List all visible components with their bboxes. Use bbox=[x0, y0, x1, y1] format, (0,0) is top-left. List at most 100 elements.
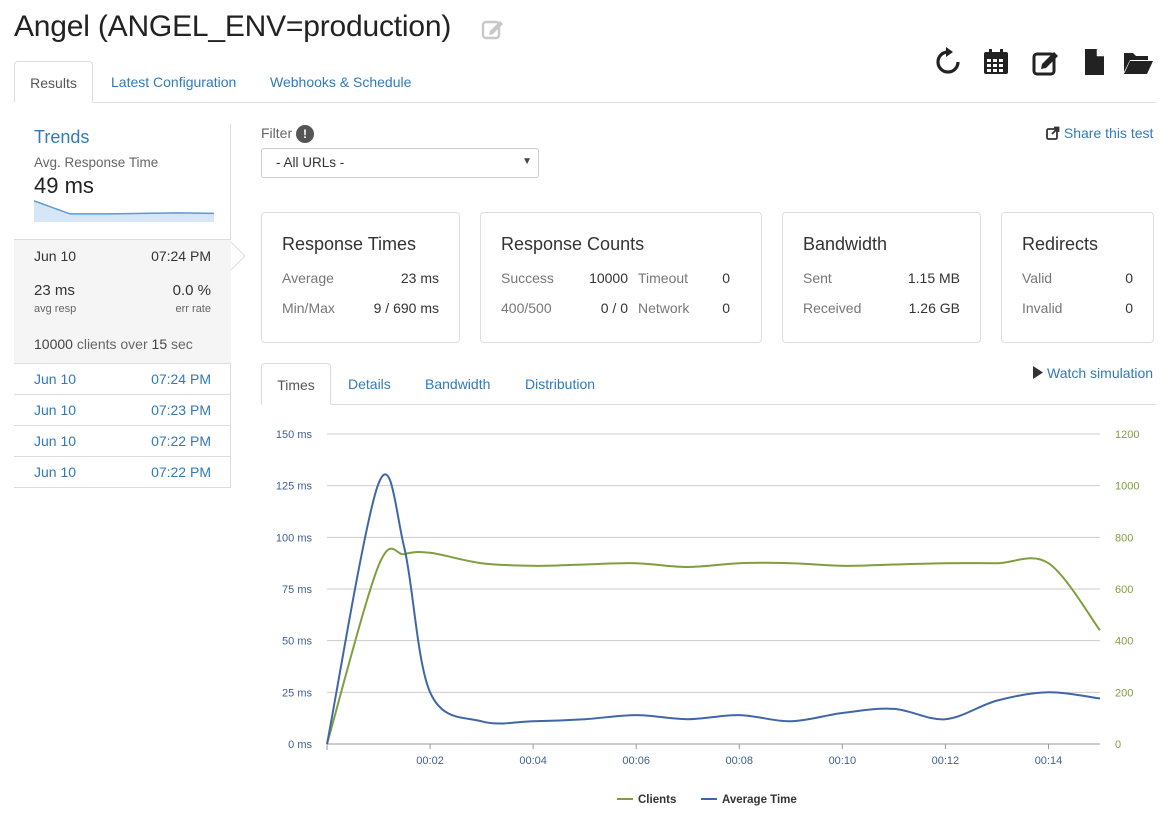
success-label: Success bbox=[501, 270, 554, 286]
legend-label: Clients bbox=[638, 794, 676, 806]
invalid-value: 0 bbox=[1125, 300, 1133, 316]
selected-run-arrow bbox=[230, 242, 246, 270]
watch-simulation-link[interactable]: Watch simulation bbox=[1032, 365, 1153, 381]
network-label: Network bbox=[638, 300, 690, 316]
y-right-tick-label: 400 bbox=[1115, 636, 1133, 648]
minmax-value: 9 / 690 ms bbox=[373, 300, 439, 316]
current-run-card: Jun 10 07:24 PM 23 ms 0.0 % avg resp err… bbox=[14, 239, 231, 364]
success-value: 10000 bbox=[589, 270, 628, 286]
clients-over-text: clients over bbox=[76, 336, 148, 352]
current-run-time: 07:24 PM bbox=[151, 248, 211, 264]
minmax-label: Min/Max bbox=[282, 300, 335, 316]
average-value: 23 ms bbox=[400, 270, 439, 286]
redirects-panel: Redirects Valid 0 Invalid 0 bbox=[1001, 212, 1154, 343]
run-row[interactable]: Jun 10 07:24 PM bbox=[14, 364, 231, 395]
run-time[interactable]: 07:24 PM bbox=[151, 371, 211, 387]
sent-value: 1.15 MB bbox=[907, 270, 960, 286]
error-label: 400/500 bbox=[501, 300, 552, 316]
error-value: 0 / 0 bbox=[600, 300, 628, 316]
trends-sparkline bbox=[34, 200, 214, 222]
legend-label: Average Time bbox=[722, 794, 797, 806]
share-test-link[interactable]: Share this test bbox=[1046, 125, 1153, 141]
edit-icon[interactable] bbox=[1030, 46, 1062, 78]
chevron-down-icon: ▼ bbox=[522, 156, 532, 167]
x-tick-label: 00:06 bbox=[622, 755, 650, 767]
chart-tab-distribution[interactable]: Distribution bbox=[509, 363, 611, 405]
y-right-tick-label: 800 bbox=[1115, 532, 1133, 544]
calendar-icon[interactable] bbox=[980, 46, 1012, 78]
trends-link[interactable]: Trends bbox=[34, 127, 89, 148]
tab-results[interactable]: Results bbox=[14, 61, 93, 103]
clients-series-line bbox=[326, 547, 1101, 745]
trends-subtitle: Avg. Response Time bbox=[34, 155, 159, 170]
received-value: 1.26 GB bbox=[908, 300, 960, 316]
y-right-tick-label: 1200 bbox=[1115, 429, 1139, 441]
share-icon bbox=[1046, 126, 1060, 140]
chart-tab-details[interactable]: Details bbox=[332, 363, 407, 405]
panel-title: Response Counts bbox=[501, 234, 645, 254]
response-times-panel: Response Times Average 23 ms Min/Max 9 /… bbox=[261, 212, 460, 343]
panel-title: Response Times bbox=[282, 234, 417, 254]
y-right-tick-label: 0 bbox=[1115, 739, 1121, 751]
filter-info-icon[interactable]: ! bbox=[296, 125, 314, 143]
run-date[interactable]: Jun 10 bbox=[34, 464, 76, 480]
y-left-tick-label: 100 ms bbox=[276, 532, 313, 544]
received-label: Received bbox=[803, 300, 862, 316]
y-left-tick-label: 150 ms bbox=[276, 429, 313, 441]
bandwidth-panel: Bandwidth Sent 1.15 MB Received 1.26 GB bbox=[782, 212, 981, 343]
sent-label: Sent bbox=[803, 270, 832, 286]
timeout-label: Timeout bbox=[638, 270, 689, 286]
share-label[interactable]: Share this test bbox=[1064, 125, 1154, 141]
y-right-tick-label: 200 bbox=[1115, 687, 1133, 699]
panel-title: Redirects bbox=[1022, 234, 1099, 254]
network-value: 0 bbox=[722, 300, 730, 316]
x-tick-label: 00:10 bbox=[829, 755, 857, 767]
chart-tab-bandwidth[interactable]: Bandwidth bbox=[409, 363, 506, 405]
watch-simulation-label[interactable]: Watch simulation bbox=[1047, 365, 1153, 381]
current-run-avg-resp: 23 ms bbox=[34, 282, 75, 299]
refresh-icon[interactable] bbox=[932, 46, 964, 78]
average-label: Average bbox=[282, 270, 334, 286]
current-run-summary: 10000 clients over 15 sec bbox=[34, 336, 193, 352]
file-icon[interactable] bbox=[1078, 46, 1110, 78]
tab-webhooks-schedule[interactable]: Webhooks & Schedule bbox=[254, 61, 427, 103]
run-row[interactable]: Jun 10 07:22 PM bbox=[14, 426, 231, 457]
x-tick-label: 00:04 bbox=[519, 755, 547, 767]
run-time[interactable]: 07:23 PM bbox=[151, 402, 211, 418]
current-run-err-rate: 0.0 % bbox=[172, 282, 211, 299]
chart-tab-times[interactable]: Times bbox=[261, 363, 331, 405]
x-tick-label: 00:14 bbox=[1035, 755, 1063, 767]
x-tick-label: 00:08 bbox=[726, 755, 754, 767]
filter-label: Filter bbox=[261, 125, 293, 141]
response-time-chart: 0 ms 25 ms 50 ms 75 ms 100 ms 125 ms 150 ms 0 20… bbox=[276, 429, 1140, 806]
valid-value: 0 bbox=[1125, 270, 1133, 286]
run-row[interactable]: Jun 10 07:22 PM bbox=[14, 457, 231, 488]
err-rate-label: err rate bbox=[175, 303, 211, 315]
clients-count: 10000 bbox=[34, 336, 73, 352]
tab-latest-configuration[interactable]: Latest Configuration bbox=[95, 61, 252, 103]
run-date[interactable]: Jun 10 bbox=[34, 433, 76, 449]
y-left-tick-label: 25 ms bbox=[282, 687, 312, 699]
run-row[interactable]: Jun 10 07:23 PM bbox=[14, 395, 231, 426]
x-tick-label: 00:12 bbox=[932, 755, 960, 767]
duration-value: 15 bbox=[151, 336, 168, 352]
y-right-tick-label: 600 bbox=[1115, 584, 1133, 596]
current-run-date: Jun 10 bbox=[34, 248, 77, 264]
url-filter-select[interactable]: - All URLs - ▼ bbox=[261, 148, 539, 178]
run-date[interactable]: Jun 10 bbox=[34, 371, 76, 387]
run-time[interactable]: 07:22 PM bbox=[151, 433, 211, 449]
panel-title: Bandwidth bbox=[803, 234, 888, 254]
invalid-label: Invalid bbox=[1022, 300, 1063, 316]
edit-title-icon[interactable] bbox=[480, 16, 506, 42]
folder-open-icon[interactable] bbox=[1122, 46, 1154, 78]
run-date[interactable]: Jun 10 bbox=[34, 402, 76, 418]
url-filter-value: - All URLs - bbox=[276, 155, 345, 170]
y-right-tick-label: 1000 bbox=[1115, 481, 1139, 493]
y-left-tick-label: 125 ms bbox=[276, 481, 313, 493]
duration-unit: sec bbox=[171, 336, 193, 352]
x-tick-label: 00:02 bbox=[416, 755, 444, 767]
response-counts-panel: Response Counts Success 10000 Timeout 0 … bbox=[480, 212, 762, 343]
y-left-tick-label: 75 ms bbox=[282, 584, 312, 596]
run-time[interactable]: 07:22 PM bbox=[151, 464, 211, 480]
timeout-value: 0 bbox=[722, 270, 730, 286]
